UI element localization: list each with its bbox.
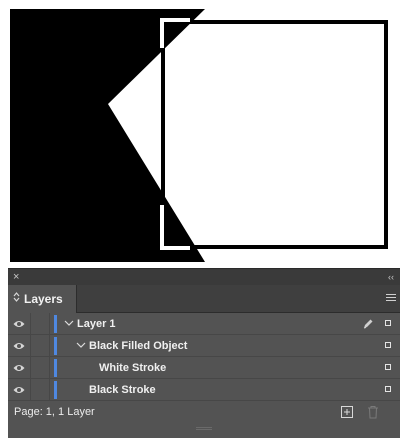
- lock-toggle[interactable]: [30, 335, 50, 357]
- layers-list: Layer 1 Black Filled Object White Stroke…: [8, 313, 400, 401]
- tab-row: Layers: [8, 285, 400, 313]
- eye-icon: [13, 387, 25, 393]
- layers-panel: × ‹‹ Layers Layer 1 Black Filled Object …: [8, 268, 400, 438]
- tab-layers[interactable]: Layers: [8, 285, 77, 313]
- lock-toggle[interactable]: [30, 313, 50, 335]
- layer-label: White Stroke: [99, 362, 167, 374]
- selection-square[interactable]: [385, 364, 391, 370]
- layer-row-black-stroke[interactable]: Black Stroke: [8, 379, 400, 401]
- collapse-icon[interactable]: ‹‹: [388, 270, 394, 284]
- selection-square[interactable]: [385, 342, 391, 348]
- layer-color-bar: [54, 359, 57, 377]
- layer-label: Black Filled Object: [89, 340, 188, 352]
- layer-row-white-stroke[interactable]: White Stroke: [8, 357, 400, 379]
- eye-icon: [13, 343, 25, 349]
- layer-color-bar: [54, 315, 57, 333]
- layer-color-bar: [54, 381, 57, 399]
- chevron-down-icon[interactable]: [76, 341, 86, 351]
- chevron-down-icon[interactable]: [64, 319, 74, 329]
- status-bar: Page: 1, 1 Layer: [8, 401, 400, 423]
- black-filled-object[interactable]: [10, 9, 205, 262]
- tab-label: Layers: [24, 292, 63, 306]
- status-text: Page: 1, 1 Layer: [14, 406, 95, 418]
- resize-grip[interactable]: [196, 427, 212, 431]
- layer-color-bar: [54, 337, 57, 355]
- artwork[interactable]: [0, 0, 400, 266]
- visibility-toggle[interactable]: [8, 357, 30, 379]
- trash-icon[interactable]: [367, 405, 379, 419]
- close-icon[interactable]: ×: [13, 270, 19, 284]
- eye-icon: [13, 321, 25, 327]
- visibility-toggle[interactable]: [8, 335, 30, 357]
- lock-toggle[interactable]: [30, 357, 50, 379]
- panel-titlebar[interactable]: × ‹‹: [8, 269, 400, 285]
- layer-label: Layer 1: [77, 318, 116, 330]
- document-canvas[interactable]: [0, 0, 400, 266]
- layer-row-black-filled-object[interactable]: Black Filled Object: [8, 335, 400, 357]
- updown-icon: [13, 292, 20, 303]
- selection-square[interactable]: [385, 386, 391, 392]
- layer-row-layer-1[interactable]: Layer 1: [8, 313, 400, 335]
- selection-square[interactable]: [385, 320, 391, 326]
- visibility-toggle[interactable]: [8, 313, 30, 335]
- panel-menu-icon[interactable]: [386, 294, 396, 303]
- lock-toggle[interactable]: [30, 379, 50, 401]
- eye-icon: [13, 365, 25, 371]
- visibility-toggle[interactable]: [8, 379, 30, 401]
- layer-label: Black Stroke: [89, 384, 156, 396]
- black-stroke-rect[interactable]: [161, 20, 388, 249]
- new-layer-icon[interactable]: [341, 406, 353, 418]
- pen-icon: [363, 319, 373, 329]
